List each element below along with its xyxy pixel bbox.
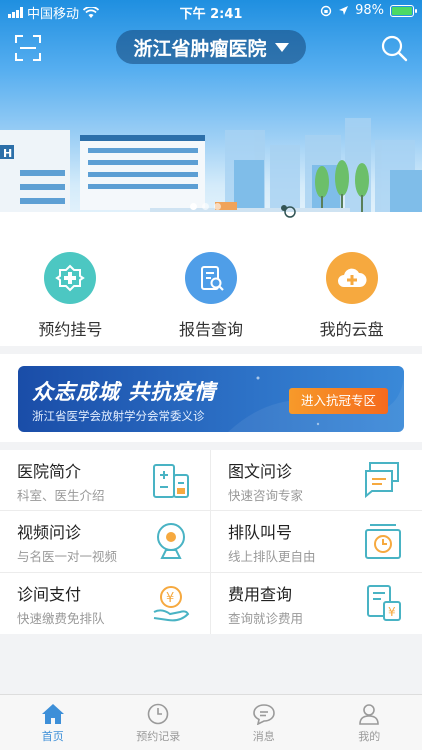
rotation-lock-icon xyxy=(320,5,332,16)
service-subtitle: 线上排队更自由 xyxy=(228,549,316,565)
hospital-name: 浙江省肿瘤医院 xyxy=(133,37,267,60)
promo-section: 众志成城 共抗疫情 浙江省医学会放射学分会常委义诊 进入抗冠专区 xyxy=(0,354,422,442)
battery-fill xyxy=(392,6,412,15)
status-bar: 中国移动 下午 2:41 98% xyxy=(0,0,422,22)
carousel-dot[interactable] xyxy=(190,203,197,210)
hero-banner: H 中国移动 下午 2:41 98% 浙江省肿瘤医院 xyxy=(0,0,422,232)
tab-label: 我的 xyxy=(358,730,381,743)
payment-icon: ¥ xyxy=(153,585,190,622)
user-icon xyxy=(359,704,380,725)
service-subtitle: 科室、医生介绍 xyxy=(17,488,105,503)
service-subtitle: 与名医一对一视频 xyxy=(17,549,118,565)
tab-label: 首页 xyxy=(41,730,64,743)
service-hospital-info[interactable]: 医院简介 科室、医生介绍 xyxy=(0,450,211,512)
service-title: 排队叫号 xyxy=(228,523,293,543)
service-subtitle: 查询就诊费用 xyxy=(228,610,304,626)
service-title: 费用查询 xyxy=(228,584,293,604)
quick-action-label: 预约挂号 xyxy=(38,320,103,339)
cloud-drive-icon xyxy=(325,252,378,304)
carousel-indicator xyxy=(190,203,221,210)
carousel-dot[interactable] xyxy=(202,203,209,210)
svg-text:¥: ¥ xyxy=(388,605,396,619)
banner-subtitle: 浙江省医学会放射学分会常委义诊 xyxy=(32,409,205,423)
search-icon xyxy=(381,35,408,62)
service-grid: 医院简介 科室、医生介绍 图文问诊 快速咨询专家 视频问诊 与名医一对一视频 排… xyxy=(0,450,422,634)
service-title: 图文问诊 xyxy=(228,462,293,481)
svg-text:H: H xyxy=(3,147,12,160)
clock-icon xyxy=(147,703,169,725)
quick-action-label: 我的云盘 xyxy=(319,320,384,339)
service-chat-consult[interactable]: 图文问诊 快速咨询专家 xyxy=(211,450,422,512)
service-queue[interactable]: 排队叫号 线上排队更自由 xyxy=(211,511,422,573)
registration-icon xyxy=(44,252,97,304)
promo-banner[interactable]: 众志成城 共抗疫情 浙江省医学会放射学分会常委义诊 进入抗冠专区 xyxy=(18,366,404,432)
battery-icon xyxy=(390,4,417,17)
home-icon xyxy=(41,704,64,724)
quick-action-cloud[interactable]: 我的云盘 xyxy=(281,232,422,346)
service-video-consult[interactable]: 视频问诊 与名医一对一视频 xyxy=(0,511,211,573)
service-subtitle: 快速咨询专家 xyxy=(228,488,304,503)
quick-action-report[interactable]: 报告查询 xyxy=(141,232,282,346)
svg-text:¥: ¥ xyxy=(166,591,174,606)
hospital-info-icon xyxy=(153,464,189,498)
status-right: 98% xyxy=(320,3,417,18)
service-fee-query[interactable]: 费用查询 查询就诊费用 ¥ xyxy=(211,573,422,634)
chevron-down-icon xyxy=(274,42,289,52)
fee-query-icon: ¥ xyxy=(367,584,401,621)
service-title: 诊间支付 xyxy=(17,584,82,604)
scan-button[interactable] xyxy=(14,34,42,62)
battery-percent: 98% xyxy=(355,3,384,18)
quick-actions: 预约挂号 报告查询 我的云盘 xyxy=(0,232,422,346)
service-payment[interactable]: 诊间支付 快速缴费免排队 ¥ xyxy=(0,572,211,634)
tab-bar: 首页 预约记录 消息 我的 xyxy=(0,694,422,750)
banner-title: 众志成城 共抗疫情 xyxy=(32,380,217,404)
service-title: 医院简介 xyxy=(17,462,82,481)
quick-action-label: 报告查询 xyxy=(179,320,244,339)
tab-appointments[interactable]: 预约记录 xyxy=(106,695,212,750)
report-search-icon xyxy=(185,252,237,304)
tab-label: 消息 xyxy=(252,730,275,743)
location-icon xyxy=(339,6,349,15)
video-consult-icon xyxy=(157,523,185,560)
tab-messages[interactable]: 消息 xyxy=(211,695,317,750)
message-icon xyxy=(252,704,275,725)
scan-icon xyxy=(15,35,41,61)
search-button[interactable] xyxy=(380,34,408,62)
carousel-dot[interactable] xyxy=(214,203,221,210)
hospital-selector[interactable]: 浙江省肿瘤医院 xyxy=(116,30,306,64)
tab-profile[interactable]: 我的 xyxy=(317,695,422,750)
tab-label: 预约记录 xyxy=(136,730,181,743)
banner-cta-button[interactable]: 进入抗冠专区 xyxy=(288,388,388,414)
tab-home[interactable]: 首页 xyxy=(0,695,106,750)
quick-action-registration[interactable]: 预约挂号 xyxy=(0,232,141,346)
service-title: 视频问诊 xyxy=(17,523,82,543)
service-subtitle: 快速缴费免排队 xyxy=(17,610,105,626)
queue-icon xyxy=(365,524,401,560)
chat-consult-icon xyxy=(365,462,399,499)
